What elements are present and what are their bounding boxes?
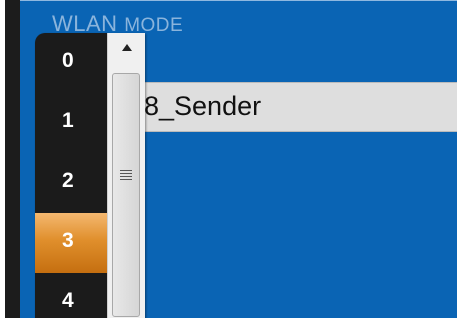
dropdown-option-1[interactable]: 1 [35,93,107,153]
dropdown-option-3-selected[interactable]: 3 [35,213,107,273]
side-strip [5,0,20,324]
dropdown-option-4[interactable]: 4 [35,273,107,324]
option-label: 1 [62,109,74,132]
chevron-up-icon [121,43,132,51]
scrollbar-thumb[interactable] [112,73,140,317]
dropdown-option-2[interactable]: 2 [35,153,107,213]
option-label: 2 [62,169,74,192]
name-field-value: 8_Sender [144,91,262,121]
name-field[interactable]: 8_Sender [140,82,457,132]
grip-icon [120,170,132,182]
window-bottom-edge [0,318,457,324]
scroll-up-button[interactable] [108,33,145,61]
dropdown-scrollbar[interactable] [107,33,145,324]
dropdown-option-0[interactable]: 0 [35,33,107,93]
number-dropdown-list[interactable]: 0 1 2 3 4 [35,33,145,324]
option-label: 3 [62,229,74,252]
option-label: 4 [62,289,74,312]
option-label: 0 [62,49,74,72]
